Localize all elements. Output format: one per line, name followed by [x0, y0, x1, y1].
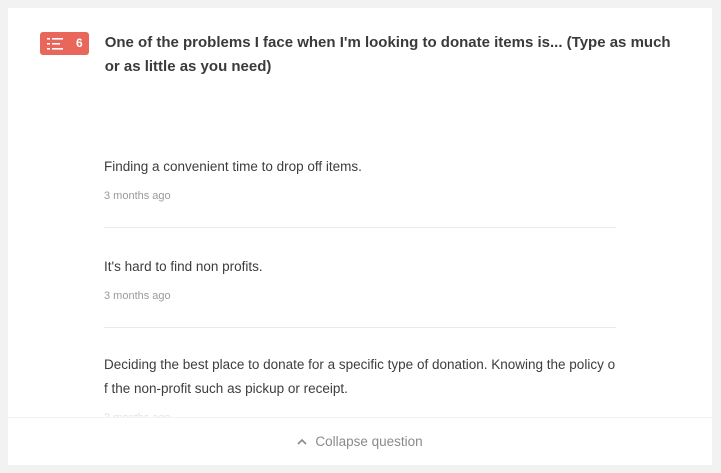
question-card: 6 One of the problems I face when I'm lo… — [8, 8, 712, 465]
response-item: Deciding the best place to donate for a … — [104, 328, 616, 424]
chevron-up-icon — [297, 438, 307, 445]
response-timestamp: 3 months ago — [104, 290, 171, 302]
list-icon — [47, 37, 63, 50]
response-text: It's hard to find non profits. — [104, 259, 263, 274]
response-text: Finding a convenient time to drop off it… — [104, 159, 362, 174]
response-list: Finding a convenient time to drop off it… — [104, 146, 616, 448]
question-title: One of the problems I face when I'm look… — [104, 34, 671, 75]
question-number: 6 — [76, 36, 83, 50]
question-header: 6 One of the problems I face when I'm lo… — [40, 32, 688, 79]
question-type-badge: 6 — [40, 32, 89, 55]
collapse-question-button[interactable]: Collapse question — [8, 417, 712, 465]
response-item: It's hard to find non profits. 3 months … — [104, 228, 616, 328]
response-timestamp: 3 months ago — [104, 190, 171, 202]
response-text: Deciding the best place to donate for a … — [104, 357, 616, 396]
response-item: Finding a convenient time to drop off it… — [104, 146, 616, 228]
collapse-question-label: Collapse question — [315, 434, 423, 449]
